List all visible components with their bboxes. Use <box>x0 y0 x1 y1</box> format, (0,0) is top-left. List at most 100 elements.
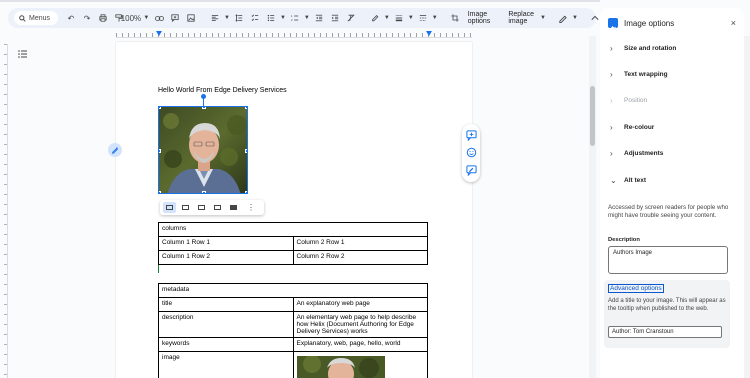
panel-title: Image options <box>624 18 675 28</box>
table-cell[interactable]: Column 2 Row 2 <box>292 250 428 265</box>
chevron-down-icon[interactable]: ▼ <box>280 15 286 21</box>
left-indent-marker[interactable] <box>156 31 162 36</box>
menus-search[interactable]: Menus <box>14 11 59 25</box>
document-page[interactable]: Hello World From Edge Delivery Services <box>116 42 472 378</box>
add-emoji-icon[interactable] <box>466 147 477 158</box>
table-cell[interactable]: An explanatory web page <box>292 297 428 312</box>
line-spacing-icon[interactable] <box>232 10 246 26</box>
decrease-indent-icon[interactable] <box>312 10 326 26</box>
resize-handle[interactable] <box>159 107 161 109</box>
resize-handle[interactable] <box>159 149 161 153</box>
editing-toolbar: Menus ↶ ↷ 100% ▼ ▼ ▼ 12 ▼ ▼ ▼ ▼ Image op… <box>8 8 599 28</box>
resize-handle[interactable] <box>245 191 247 193</box>
add-comment-icon[interactable] <box>465 130 477 142</box>
description-field[interactable]: Authors Image <box>608 246 728 274</box>
chevron-right-icon: › <box>610 95 613 105</box>
suggest-edits-icon[interactable] <box>465 165 477 176</box>
clear-formatting-icon[interactable] <box>344 10 358 26</box>
resize-handle[interactable] <box>202 191 206 193</box>
insert-image-icon[interactable] <box>184 10 198 26</box>
table-cell[interactable]: title <box>158 297 294 312</box>
text-cursor <box>158 265 159 273</box>
section-size-and-rotation[interactable]: › Size and rotation <box>610 42 736 54</box>
zoom-select[interactable]: 100% ▼ <box>121 10 150 26</box>
wrap-inline-icon[interactable] <box>163 202 176 213</box>
table-header-cell[interactable]: metadata <box>158 283 428 298</box>
scrollbar-thumb[interactable] <box>590 86 595 146</box>
table-row: Column 1 Row 2 Column 2 Row 2 <box>158 250 428 265</box>
replace-image-button[interactable]: Replace image <box>504 11 538 25</box>
advanced-options-box: Advanced options Add a title to your ima… <box>604 280 730 348</box>
section-label: Adjustments <box>624 149 664 157</box>
document-scrollbar[interactable] <box>589 36 596 378</box>
break-text-icon[interactable] <box>195 202 208 213</box>
redo-icon[interactable]: ↷ <box>80 10 94 26</box>
table-cell[interactable]: Column 1 Row 2 <box>158 250 294 265</box>
in-front-of-text-icon[interactable] <box>227 202 240 213</box>
zoom-value: 100% <box>120 13 142 23</box>
image-options-icon <box>608 18 618 29</box>
document-heading[interactable]: Hello World From Edge Delivery Services <box>158 87 287 94</box>
wrap-text-icon[interactable] <box>179 202 192 213</box>
ai-suggest-icon[interactable] <box>108 143 122 157</box>
insert-link-icon[interactable] <box>152 10 166 26</box>
table-cell[interactable] <box>292 351 428 378</box>
table-cell[interactable]: keywords <box>158 337 294 352</box>
crop-icon[interactable] <box>448 10 462 26</box>
table-cell[interactable]: description <box>158 311 294 338</box>
table-cell[interactable]: Explanatory, web, page, hello, world <box>292 337 428 352</box>
border-weight-icon[interactable] <box>392 10 406 26</box>
section-re-colour[interactable]: › Re-colour <box>610 121 736 133</box>
add-comment-icon[interactable] <box>168 10 182 26</box>
chevron-down-icon: ▼ <box>143 15 150 21</box>
chevron-right-icon: › <box>610 69 613 79</box>
more-options-icon[interactable]: ⋮ <box>247 203 255 212</box>
section-adjustments[interactable]: › Adjustments <box>610 147 736 159</box>
panel-header: Image options × <box>608 16 736 30</box>
chevron-down-icon[interactable]: ▼ <box>408 15 414 21</box>
numbered-list-icon[interactable]: 12 <box>288 10 302 26</box>
table-header-cell[interactable]: columns <box>158 222 428 237</box>
selected-author-image[interactable] <box>158 106 248 194</box>
bulleted-list-icon[interactable] <box>264 10 278 26</box>
section-label: Position <box>624 96 648 104</box>
chevron-down-icon[interactable]: ▼ <box>572 15 578 21</box>
section-label: Alt text <box>624 176 647 184</box>
chevron-down-icon[interactable]: ▼ <box>432 15 438 21</box>
checklist-icon[interactable] <box>248 10 262 26</box>
metadata-image-thumbnail[interactable] <box>296 356 385 378</box>
horizontal-ruler[interactable] <box>116 31 472 38</box>
print-icon[interactable] <box>96 10 110 26</box>
chevron-down-icon[interactable]: ▼ <box>224 15 230 21</box>
align-icon[interactable] <box>208 10 222 26</box>
chevron-down-icon[interactable]: ▼ <box>304 15 310 21</box>
behind-text-icon[interactable] <box>211 202 224 213</box>
floating-actions <box>462 124 480 182</box>
image-options-button[interactable]: Image options <box>464 11 495 25</box>
table-cell[interactable]: An elementary web page to help describe … <box>292 311 428 338</box>
right-indent-marker[interactable] <box>426 31 432 36</box>
section-alt-text[interactable]: ⌄ Alt text <box>610 174 736 186</box>
section-text-wrapping[interactable]: › Text wrapping <box>610 68 736 80</box>
chevron-down-icon[interactable]: ▼ <box>540 15 546 21</box>
resize-handle[interactable] <box>202 107 206 109</box>
editing-mode-icon[interactable] <box>556 10 570 26</box>
panel-scrollbar[interactable] <box>744 36 750 378</box>
increase-indent-icon[interactable] <box>328 10 342 26</box>
border-colour-icon[interactable] <box>368 10 382 26</box>
border-dash-icon[interactable] <box>416 10 430 26</box>
resize-handle[interactable] <box>159 191 161 193</box>
undo-icon[interactable]: ↶ <box>64 10 78 26</box>
table-cell[interactable]: Column 2 Row 1 <box>292 236 428 251</box>
table-cell[interactable]: Column 1 Row 1 <box>158 236 294 251</box>
menu-bar-edge <box>0 0 600 2</box>
vertical-ruler[interactable] <box>0 44 8 378</box>
close-icon[interactable]: × <box>731 18 736 28</box>
resize-handle[interactable] <box>245 107 247 109</box>
chevron-down-icon[interactable]: ▼ <box>384 15 390 21</box>
advanced-options-link[interactable]: Advanced options <box>608 284 664 293</box>
resize-handle[interactable] <box>245 149 247 153</box>
table-cell[interactable]: image <box>158 351 294 378</box>
image-title-field[interactable]: Author: Tom Cranstoun <box>608 326 722 338</box>
document-outline-icon[interactable] <box>18 46 28 58</box>
